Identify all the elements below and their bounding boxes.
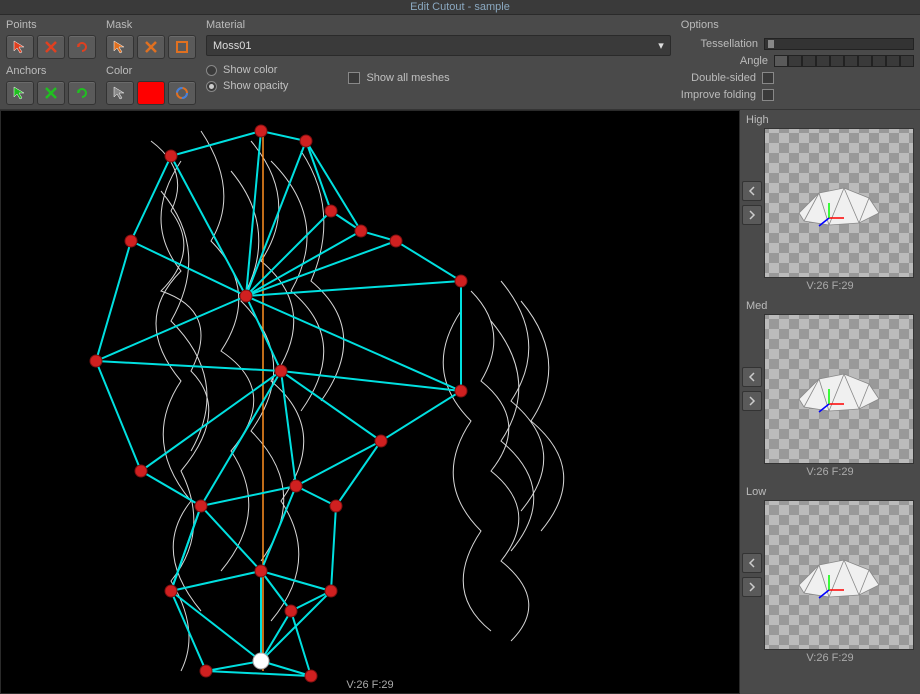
mask-label: Mask	[106, 19, 196, 31]
lod-med-next-button[interactable]	[742, 391, 762, 411]
toolbar: Points Anchors Mask Co	[0, 15, 920, 110]
anchors-select-button[interactable]	[6, 81, 34, 105]
tessellation-label: Tessellation	[701, 38, 758, 50]
lod-high-next-button[interactable]	[742, 205, 762, 225]
points-delete-button[interactable]	[37, 35, 65, 59]
lod-high-preview[interactable]	[764, 128, 914, 278]
lod-med-prev-button[interactable]	[742, 367, 762, 387]
points-refresh-button[interactable]	[68, 35, 96, 59]
mask-group: Mask	[106, 19, 196, 59]
tessellation-slider[interactable]	[764, 38, 914, 50]
double-sided-label: Double-sided	[691, 72, 756, 84]
color-swatch[interactable]	[137, 81, 165, 105]
show-opacity-label: Show opacity	[223, 80, 288, 92]
viewport[interactable]: V:26 F:29	[0, 110, 740, 694]
improve-folding-label: Improve folding	[681, 89, 756, 101]
lod-low-prev-button[interactable]	[742, 553, 762, 573]
lod-high-label: High	[742, 112, 918, 128]
angle-selector[interactable]	[774, 55, 914, 67]
lod-low-preview[interactable]	[764, 500, 914, 650]
radio-icon	[206, 81, 217, 92]
material-select[interactable]: Moss01 ▾	[206, 35, 671, 56]
viewport-stats: V:26 F:29	[1, 677, 739, 693]
radio-icon	[206, 65, 217, 76]
radio-show-color[interactable]: Show color	[206, 64, 288, 76]
mask-rect-button[interactable]	[168, 35, 196, 59]
show-color-label: Show color	[223, 64, 277, 76]
checkbox-show-all-meshes[interactable]: Show all meshes	[348, 64, 449, 92]
anchors-delete-button[interactable]	[37, 81, 65, 105]
lod-med-block: Med V:26 F:29	[742, 298, 918, 480]
angle-label: Angle	[740, 55, 768, 67]
material-label: Material	[206, 19, 671, 31]
lod-low-next-button[interactable]	[742, 577, 762, 597]
double-sided-checkbox[interactable]	[762, 72, 774, 84]
color-label: Color	[106, 65, 196, 77]
points-select-button[interactable]	[6, 35, 34, 59]
lod-med-stats: V:26 F:29	[742, 464, 918, 480]
color-wheel-button[interactable]	[168, 81, 196, 105]
window-title: Edit Cutout - sample	[0, 0, 920, 15]
options-label: Options	[681, 19, 914, 31]
lod-high-block: High V:26 F:29	[742, 112, 918, 294]
chevron-down-icon: ▾	[658, 39, 664, 52]
color-picker-button[interactable]	[106, 81, 134, 105]
anchors-label: Anchors	[6, 65, 96, 77]
lod-high-prev-button[interactable]	[742, 181, 762, 201]
lod-med-preview[interactable]	[764, 314, 914, 464]
checkbox-icon	[348, 72, 360, 84]
color-group: Color	[106, 65, 196, 105]
show-all-meshes-label: Show all meshes	[366, 72, 449, 84]
main-area: V:26 F:29 High V:26 F:29 Med	[0, 110, 920, 694]
anchors-group: Anchors	[6, 65, 96, 105]
mask-delete-button[interactable]	[137, 35, 165, 59]
lod-high-stats: V:26 F:29	[742, 278, 918, 294]
lod-panel: High V:26 F:29 Med	[740, 110, 920, 694]
lod-low-stats: V:26 F:29	[742, 650, 918, 666]
radio-show-opacity[interactable]: Show opacity	[206, 80, 288, 92]
material-selected: Moss01	[213, 40, 252, 52]
points-label: Points	[6, 19, 96, 31]
mask-select-button[interactable]	[106, 35, 134, 59]
anchors-refresh-button[interactable]	[68, 81, 96, 105]
lod-low-block: Low V:26 F:29	[742, 484, 918, 666]
points-group: Points	[6, 19, 96, 59]
improve-folding-checkbox[interactable]	[762, 89, 774, 101]
lod-low-label: Low	[742, 484, 918, 500]
options-group: Options Tessellation Angle Double-sided …	[681, 19, 914, 105]
lod-med-label: Med	[742, 298, 918, 314]
material-group: Material Moss01 ▾ Show color Show opacit…	[206, 19, 671, 105]
